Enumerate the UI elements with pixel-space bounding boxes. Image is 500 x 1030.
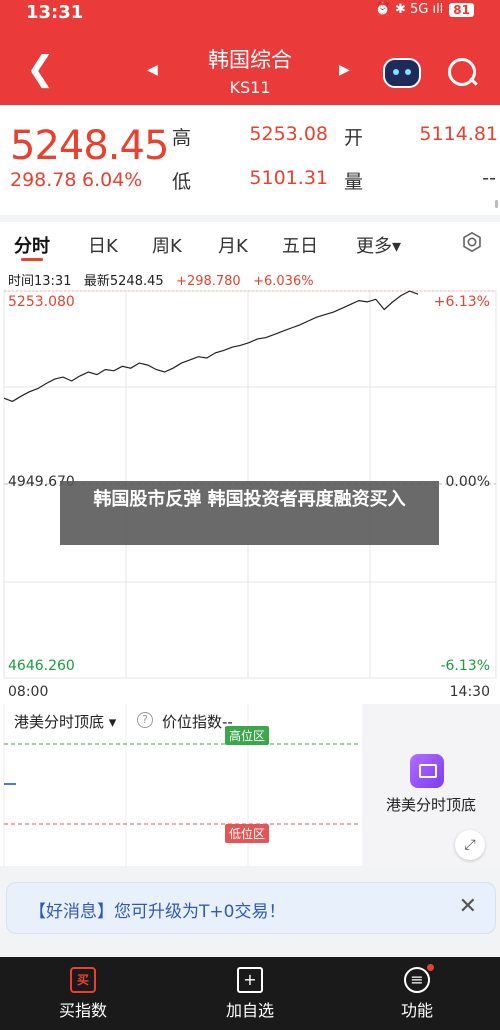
price-change: 298.78 [10,169,77,191]
active-tab-indicator [21,258,43,261]
pct-max-label: +6.13% [433,294,490,310]
high-zone-label: 高位区 [225,726,270,745]
plus-icon: + [237,967,263,993]
functions-label: 功能 [400,1001,433,1020]
buy-index-button[interactable]: 买 买指数 [0,957,166,1030]
pct-mid-label: 0.00% [445,474,490,490]
buy-icon: 买 [70,967,96,993]
indicator-promo[interactable]: 港美分时顶底 ⤢ [362,704,500,866]
y-min-label: 4646.260 [8,658,75,674]
low-label: 低 [172,171,192,193]
status-time: 13:31 [26,2,84,23]
price-change-pct: 6.04% [82,169,143,191]
expand-icon[interactable]: ⤢ [455,830,485,860]
buy-index-label: 买指数 [58,1001,107,1020]
scroll-indicator [495,200,498,208]
volume-label: 量 [344,171,364,193]
chart-period-tabs: 分时 日K 周K 月K 五日 更多▾ [0,222,500,264]
indicator-panel: 港美分时顶底 ▾ ? 价位指数-- 高位区 低位区 港美分时顶底 ⤢ [0,704,500,866]
high-value: 5253.08 [249,123,328,145]
assistant-robot-icon[interactable] [383,58,421,88]
functions-button[interactable]: ≡ 功能 [334,957,500,1030]
chart-app-icon [410,754,444,788]
x-end-label: 14:30 [449,684,490,700]
promo-banner[interactable]: 【好消息】您可升级为T+0交易！ ✕ [6,882,496,934]
indicator-name: 价位指数-- [162,713,233,731]
open-label: 开 [344,127,364,149]
search-icon[interactable] [448,58,476,86]
banner-text: 【好消息】您可升级为T+0交易！ [29,902,286,922]
indicator-selector[interactable]: 港美分时顶底 ▾ [14,711,116,732]
volume-value: -- [482,167,496,189]
tab-weekly-k[interactable]: 周K [152,232,182,258]
index-code: KS11 [229,78,271,97]
tab-five-day[interactable]: 五日 [282,232,318,258]
low-value: 5101.31 [249,167,328,189]
status-icons: ⏰ ✱ 5G ıll 81 [375,2,474,17]
bottom-toolbar: 买 买指数 + 加自选 ≡ 功能 [0,957,500,1030]
tab-monthly-k[interactable]: 月K [218,232,248,258]
page-title: 韩国综合 [208,48,292,72]
tab-daily-k[interactable]: 日K [88,232,118,258]
settings-gear-icon[interactable] [461,231,483,253]
tab-intraday[interactable]: 分时 [14,232,50,258]
close-icon[interactable]: ✕ [459,894,477,919]
open-value: 5114.81 [419,123,498,145]
back-icon[interactable]: ❮ [26,52,55,86]
low-zone-label: 低位区 [225,824,270,843]
news-headline-overlay[interactable]: 韩国股市反弹 韩国投资者再度融资买入 [60,481,439,545]
status-bar: 13:31 ⏰ ✱ 5G ıll 81 [0,0,500,26]
help-icon[interactable]: ? [137,712,153,728]
high-label: 高 [172,127,192,149]
pct-min-label: -6.13% [440,658,490,674]
add-watchlist-button[interactable]: + 加自选 [167,957,333,1030]
signal-icon: ⏰ ✱ 5G ıll [374,2,444,17]
next-stock-icon[interactable]: ▶ [339,62,350,78]
top-header: 13:31 ⏰ ✱ 5G ıll 81 ❮ ◀ 韩国综合 KS11 ▶ [0,0,500,105]
quote-panel: 5248.45 298.78 6.04% 高 5253.08 开 5114.81… [0,105,500,215]
x-start-label: 08:00 [8,684,49,700]
add-watchlist-label: 加自选 [225,1001,274,1020]
tab-more[interactable]: 更多▾ [356,232,401,258]
promo-label: 港美分时顶底 [385,796,476,814]
y-max-label: 5253.080 [8,294,75,310]
battery-icon: 81 [449,2,474,17]
previous-stock-icon[interactable]: ◀ [147,62,158,78]
menu-icon: ≡ [404,964,434,993]
current-price: 5248.45 [10,123,169,169]
